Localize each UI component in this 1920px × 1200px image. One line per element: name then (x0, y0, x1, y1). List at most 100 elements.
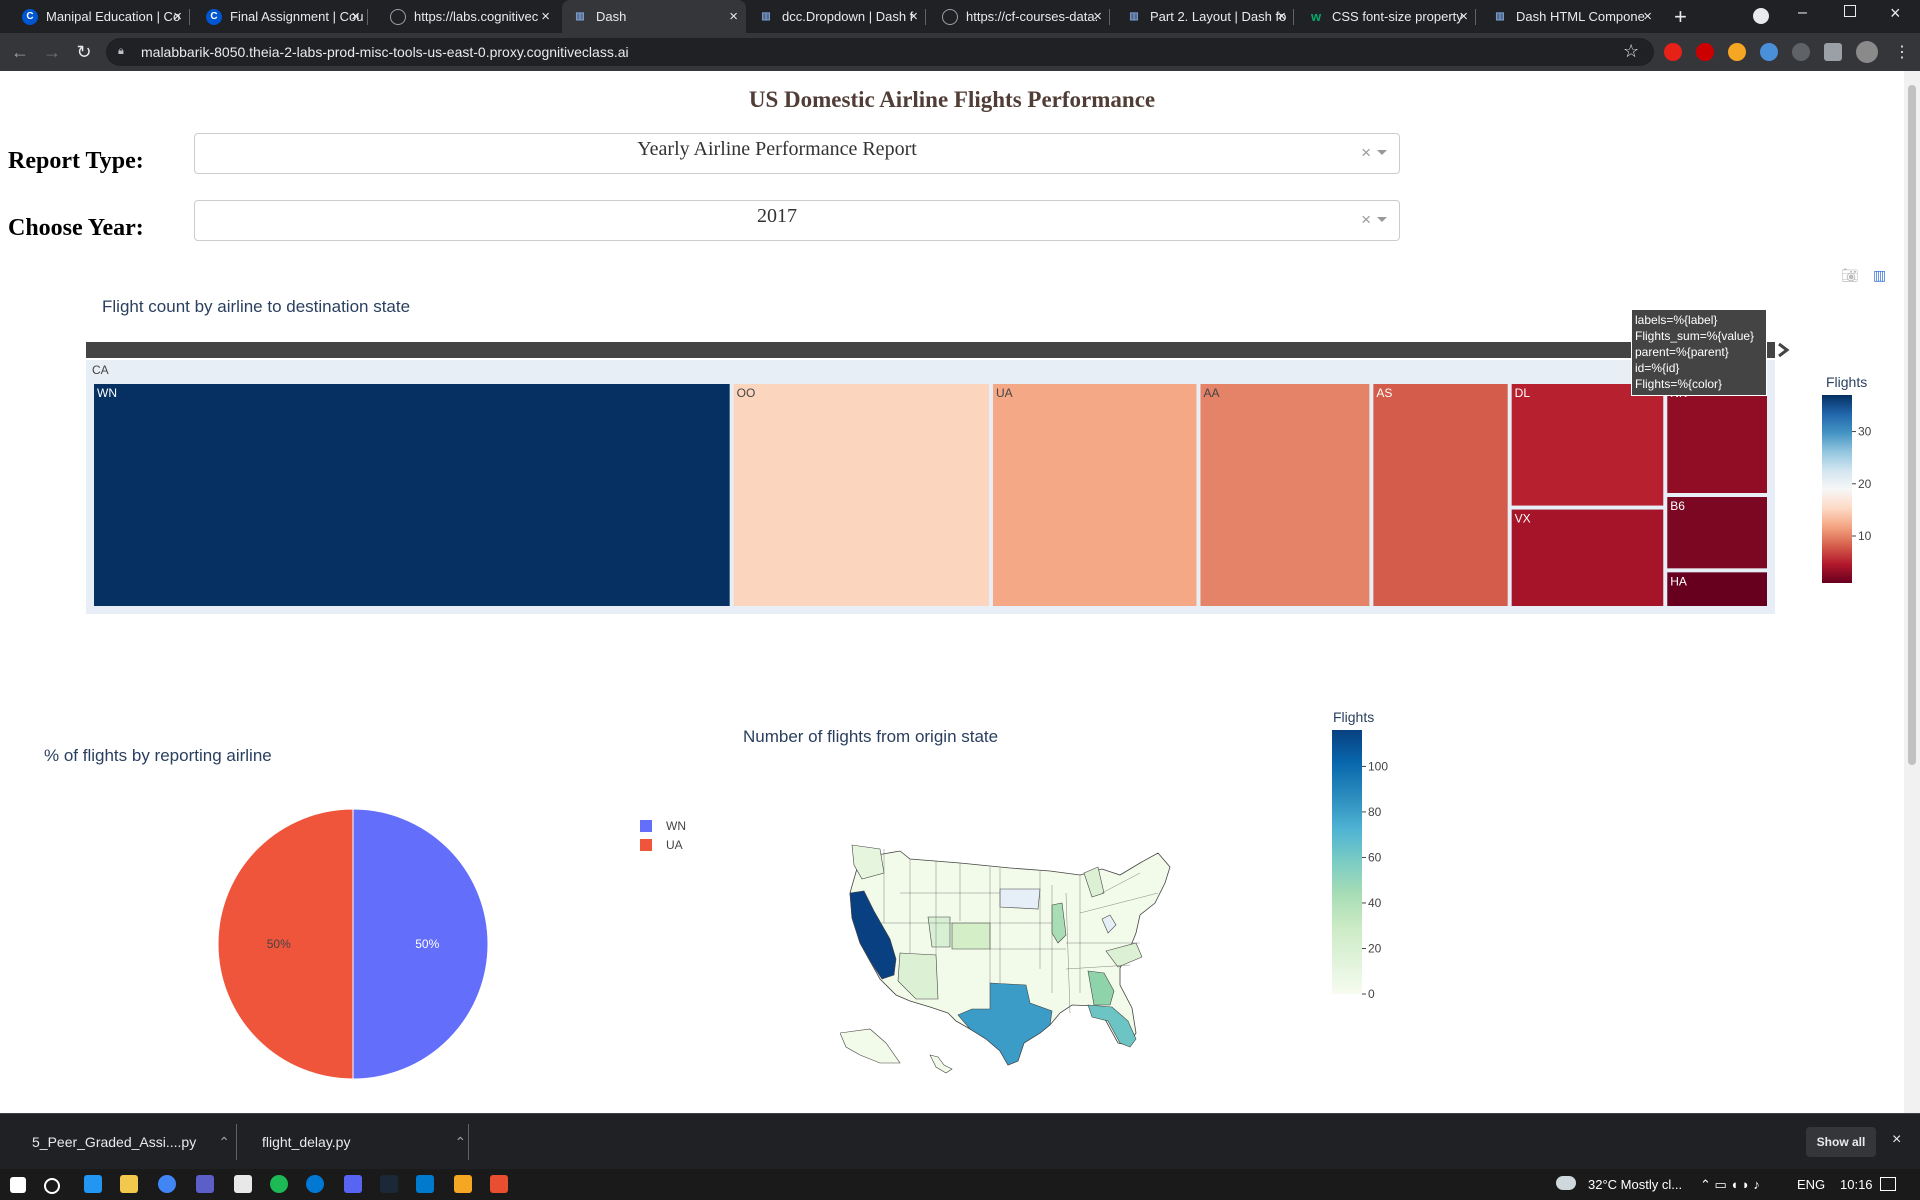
treemap-tile-rect[interactable] (1199, 383, 1371, 607)
treemap-chart[interactable]: CA WN OO UA AA AS DL VX NK B6 HA (86, 342, 1791, 614)
treemap-tile-as[interactable]: AS (1372, 383, 1509, 607)
language-indicator[interactable]: ENG (1797, 1177, 1825, 1192)
close-icon[interactable]: × (351, 8, 360, 25)
new-tab-button[interactable]: + (1674, 4, 1687, 30)
restore-icon[interactable] (1844, 5, 1856, 17)
back-arrow-icon[interactable]: ← (8, 40, 32, 64)
windows-start-icon[interactable] (10, 1177, 26, 1193)
minimize-icon[interactable]: – (1798, 4, 1807, 22)
close-icon[interactable]: × (173, 8, 182, 25)
bookmark-star-icon[interactable]: ☆ (1623, 41, 1639, 62)
extension-react-icon[interactable] (1760, 43, 1778, 61)
tab-labs-cognitive[interactable]: https://labs.cognitivec × (380, 0, 558, 33)
tab-part2-layout[interactable]: ▥ Part 2. Layout | Dash fo × (1116, 0, 1294, 33)
clear-icon[interactable]: × (1361, 143, 1371, 163)
steam-icon[interactable] (380, 1175, 398, 1193)
treemap-tile-rect[interactable] (1666, 383, 1769, 494)
report-type-dropdown[interactable]: Yearly Airline Performance Report × (194, 133, 1400, 174)
close-icon[interactable]: × (1459, 8, 1468, 25)
close-icon[interactable]: × (541, 8, 550, 25)
treemap-tile-dl[interactable]: DL (1510, 383, 1665, 507)
chat-icon[interactable] (306, 1175, 324, 1193)
tab-dcc-dropdown[interactable]: ▥ dcc.Dropdown | Dash f × (748, 0, 926, 33)
treemap-tile-wn[interactable]: WN (93, 383, 731, 607)
chevron-right-icon[interactable] (1778, 342, 1790, 358)
search-icon[interactable] (44, 1178, 60, 1194)
download-item[interactable]: flight_delay.py ⌃ (252, 1114, 466, 1170)
chevron-up-icon[interactable]: ⌃ (218, 1134, 230, 1151)
reload-icon[interactable]: ↻ (72, 40, 96, 64)
close-icon[interactable]: × (729, 8, 738, 25)
download-item[interactable]: 5_Peer_Graded_Assi....py ⌃ (22, 1114, 230, 1170)
lock-icon[interactable]: 🔒︎ (118, 45, 128, 57)
taskbar-app-icon[interactable] (84, 1175, 102, 1193)
tab-dash[interactable]: ▥ Dash × (562, 0, 746, 33)
clear-icon[interactable]: × (1361, 210, 1371, 230)
extension-circle-icon[interactable] (1792, 43, 1810, 61)
clock[interactable]: 10:16 (1840, 1177, 1873, 1192)
tab-dash-html-components[interactable]: ▥ Dash HTML Compone × (1482, 0, 1660, 33)
tab-cf-courses[interactable]: https://cf-courses-data. × (932, 0, 1110, 33)
profile-avatar[interactable] (1856, 41, 1878, 63)
treemap-tile-rect[interactable] (732, 383, 991, 607)
tray-icons[interactable]: ⌃ ▭ ◖ ◗ ♪ (1700, 1177, 1760, 1193)
extension-red-icon[interactable] (1696, 43, 1714, 61)
tab-final-assignment[interactable]: C Final Assignment | Cou × (196, 0, 368, 33)
scrollbar-thumb[interactable] (1908, 85, 1916, 765)
treemap-tile-rect[interactable] (1372, 383, 1509, 607)
tab-manipal-education[interactable]: C Manipal Education | Co × (12, 0, 190, 33)
us-choropleth-map[interactable] (840, 793, 1270, 1093)
pie-chart[interactable]: 50% 50% (200, 808, 510, 1098)
show-all-downloads-button[interactable]: Show all (1806, 1127, 1876, 1157)
legend-item-wn[interactable]: WN (640, 816, 686, 835)
spotify-icon[interactable] (270, 1175, 288, 1193)
discord-icon[interactable] (344, 1175, 362, 1193)
weather-text[interactable]: 32°C Mostly cl... (1588, 1177, 1682, 1192)
close-icon[interactable]: × (1643, 8, 1652, 25)
extensions-puzzle-icon[interactable] (1824, 43, 1842, 61)
state-nevada-utah[interactable] (927, 916, 951, 948)
chevron-down-icon[interactable] (1377, 217, 1387, 222)
notification-icon[interactable] (1880, 1177, 1896, 1191)
year-dropdown[interactable]: 2017 × (194, 200, 1400, 241)
forward-arrow-icon[interactable]: → (40, 40, 64, 64)
treemap-tile-ha[interactable]: HA (1666, 571, 1769, 607)
close-icon[interactable]: × (1093, 8, 1102, 25)
treemap-tile-rect[interactable] (1510, 508, 1665, 607)
chevron-up-icon[interactable]: ⌃ (454, 1134, 466, 1151)
treemap-pathbar[interactable] (86, 342, 1775, 358)
extension-cookie-icon[interactable] (1728, 43, 1746, 61)
treemap-tile-b6[interactable]: B6 (1666, 496, 1769, 570)
plotly-logo-icon[interactable]: ▥ (1873, 267, 1891, 283)
state-alaska[interactable] (840, 1028, 901, 1064)
treemap-tile-ua[interactable]: UA (992, 383, 1198, 607)
treemap-tile-oo[interactable]: OO (732, 383, 991, 607)
chevron-down-icon[interactable] (1377, 150, 1387, 155)
treemap-tile-rect[interactable] (1510, 383, 1665, 507)
teams-icon[interactable] (196, 1175, 214, 1193)
menu-kebab-icon[interactable]: ⋮ (1894, 42, 1910, 62)
git-icon[interactable] (490, 1175, 508, 1193)
taskbar-app-icon[interactable] (454, 1175, 472, 1193)
close-window-icon[interactable]: × (1890, 3, 1901, 24)
state-south-dakota[interactable] (999, 888, 1041, 910)
url-text[interactable]: malabbarik-8050.theia-2-labs-prod-misc-t… (141, 44, 629, 60)
legend-item-ua[interactable]: UA (640, 835, 686, 854)
tab-search-icon[interactable] (1753, 8, 1769, 24)
treemap-tile-rect[interactable] (93, 383, 731, 607)
page-scrollbar[interactable] (1904, 71, 1920, 1113)
tab-css-font-size[interactable]: w CSS font-size property × (1298, 0, 1476, 33)
close-icon[interactable]: × (909, 8, 918, 25)
extension-tp-icon[interactable] (1664, 43, 1682, 61)
vscode-icon[interactable] (416, 1175, 434, 1193)
treemap-tile-aa[interactable]: AA (1199, 383, 1371, 607)
state-colorado[interactable] (951, 922, 991, 950)
close-icon[interactable]: × (1892, 1131, 1901, 1149)
treemap-tile-nk[interactable]: NK (1666, 383, 1769, 494)
treemap-tile-rect[interactable] (992, 383, 1198, 607)
chrome-icon[interactable] (158, 1175, 176, 1193)
state-hawaii[interactable] (929, 1054, 953, 1074)
close-icon[interactable]: × (1277, 8, 1286, 25)
file-explorer-icon[interactable] (120, 1175, 138, 1193)
camera-icon[interactable]: 📷︎ (1841, 267, 1859, 283)
